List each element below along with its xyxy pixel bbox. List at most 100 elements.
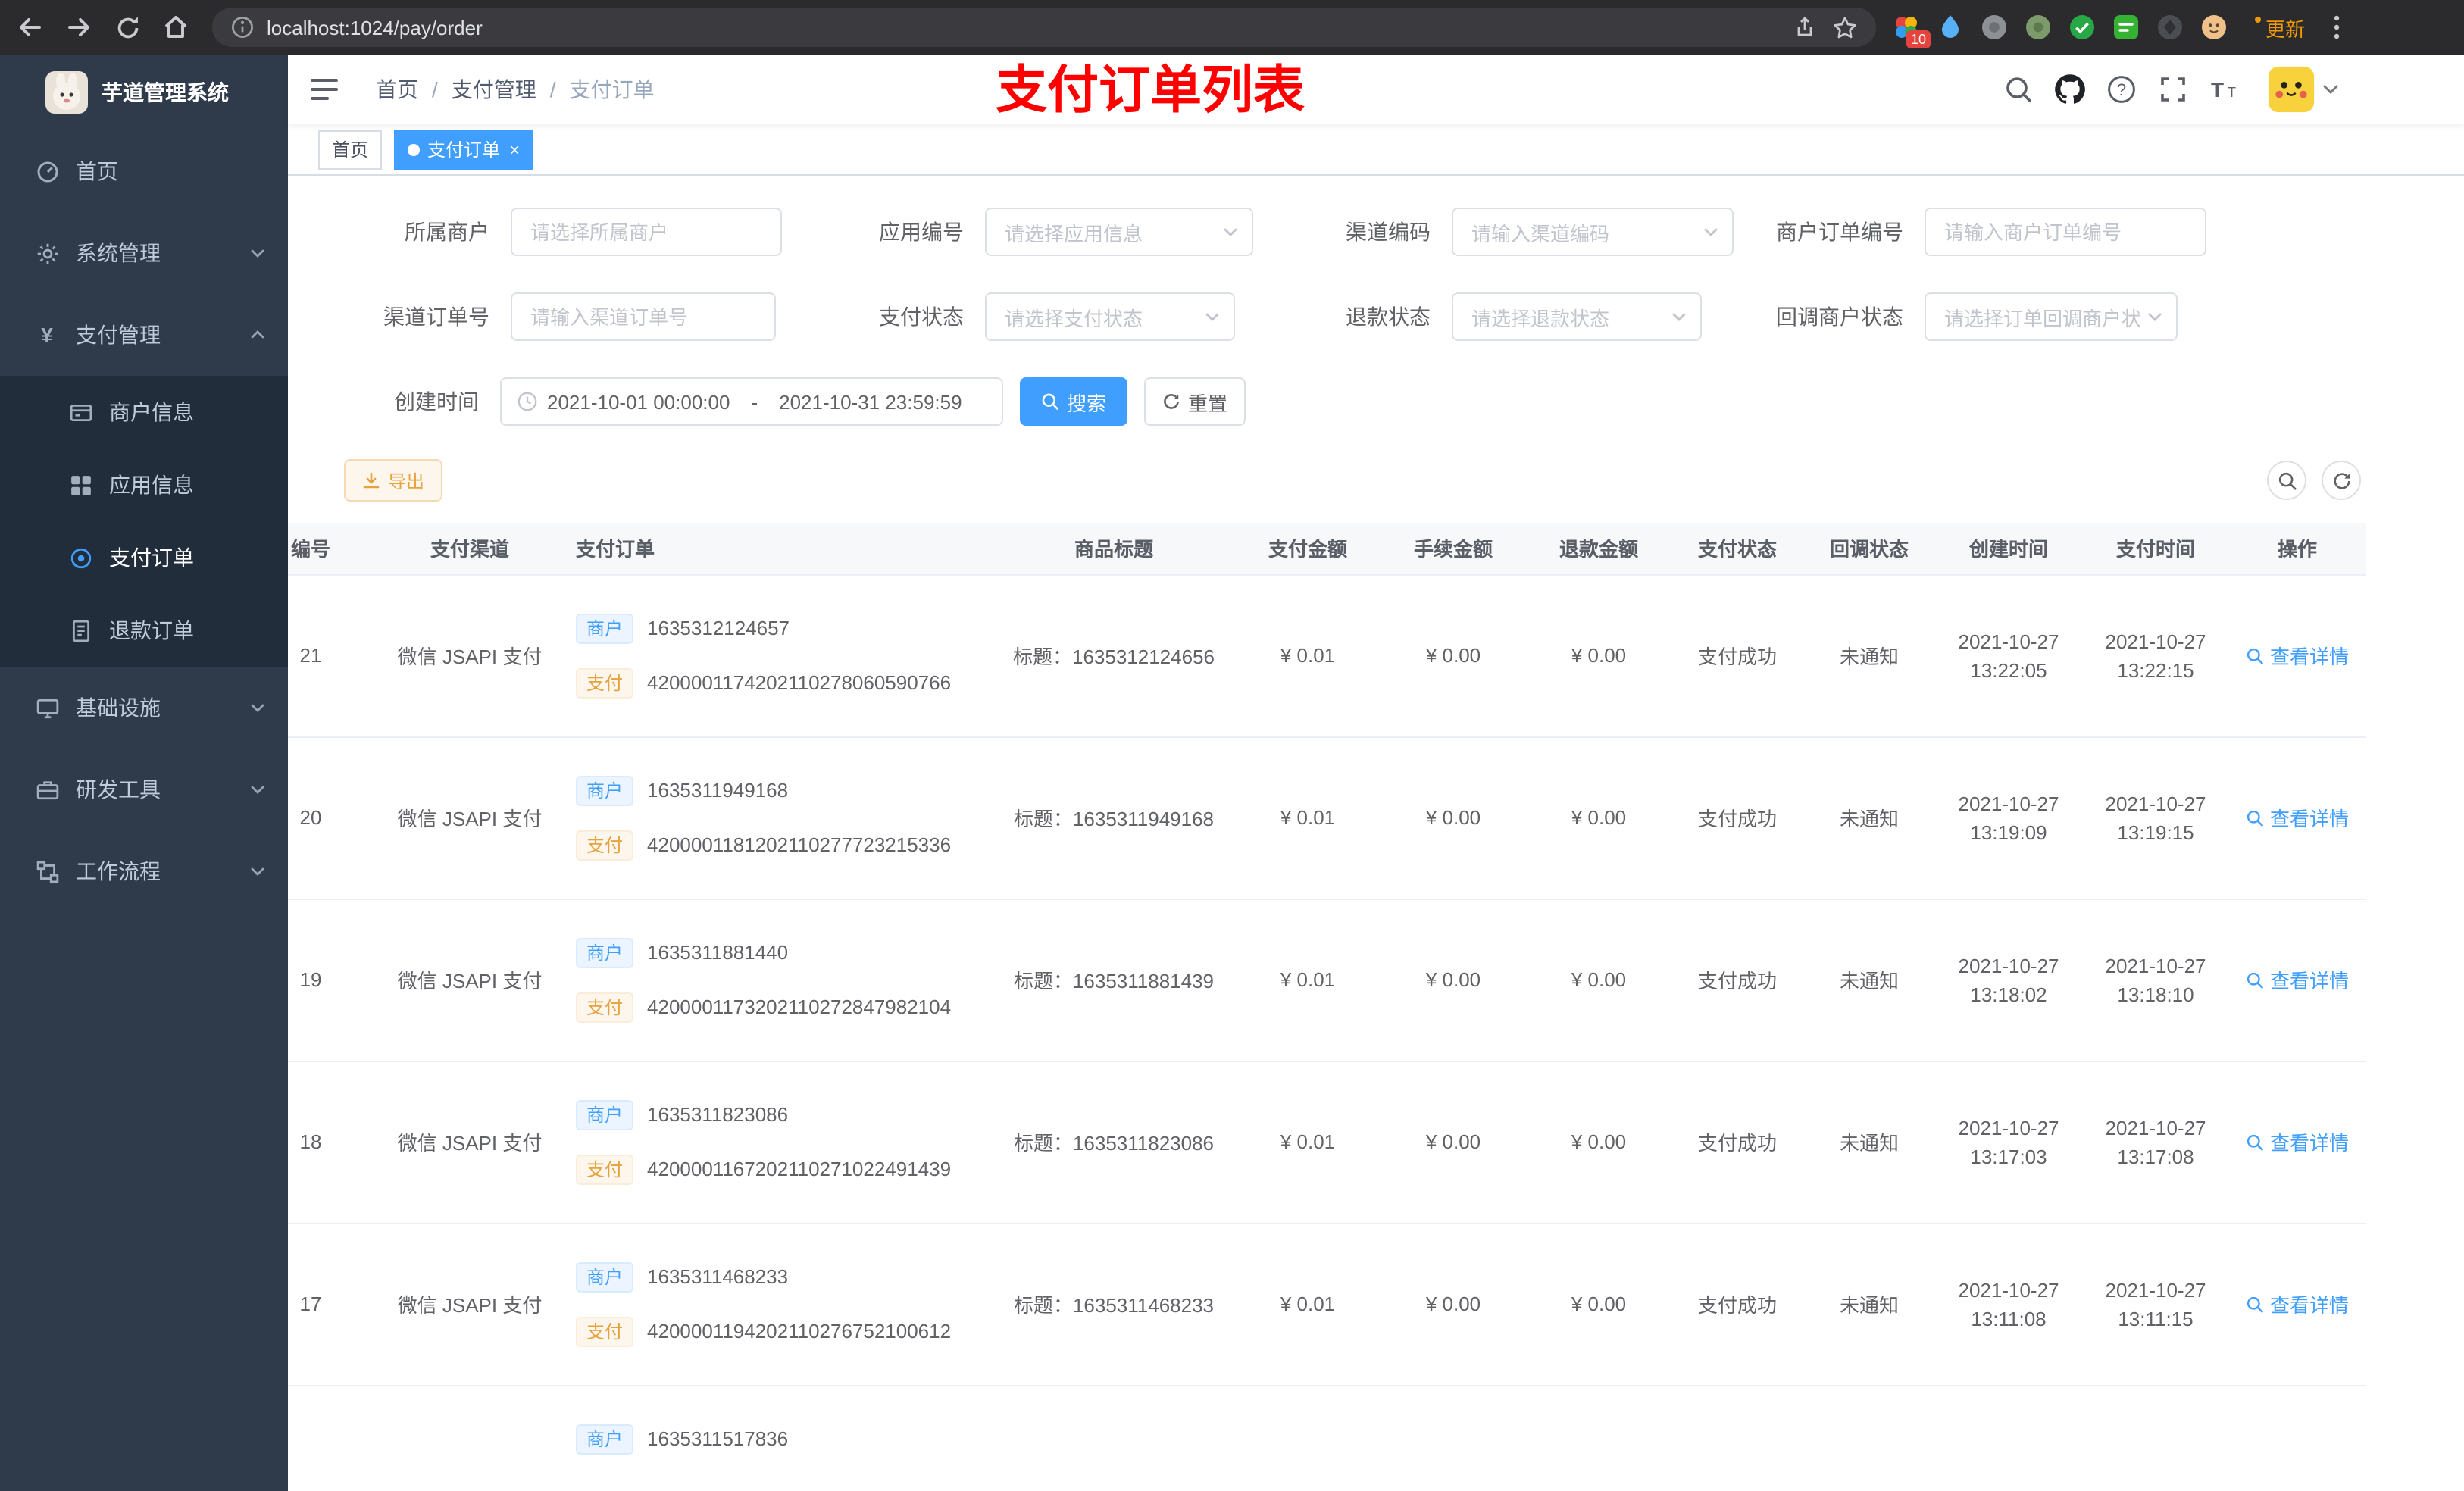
orders-table: 编号 支付渠道 支付订单 商品标题 支付金额 手续金额 退款金额 支付状态 回调… [288,523,2366,1491]
extension-drop-icon[interactable] [1935,12,1965,42]
merchant-tag: 商户 [576,613,634,643]
reset-button[interactable]: 重置 [1144,377,1246,426]
site-info-icon[interactable] [230,15,255,39]
field-label: 退款状态 [1346,305,1431,329]
sidebar-item-label: 工作流程 [76,859,161,883]
field-label: 创建时间 [394,389,479,414]
sidebar-item-dev-tools[interactable]: 研发工具 [0,749,288,830]
browser-home-icon[interactable] [155,6,197,48]
user-menu[interactable] [2267,65,2338,114]
breadcrumb-payment[interactable]: 支付管理 [452,74,536,105]
hamburger-icon[interactable] [311,77,338,109]
search-icon[interactable] [2000,71,2037,108]
orders-table-wrap[interactable]: 编号 支付渠道 支付订单 商品标题 支付金额 手续金额 退款金额 支付状态 回调… [288,523,2464,1491]
cell-fee: ¥ 0.00 [1381,1223,1526,1386]
cell-pay-time: 2021-10-27 13:19:15 [2082,736,2229,899]
export-button[interactable]: 导出 [344,459,443,502]
merchant-input[interactable] [511,208,782,256]
sidebar-item-infrastructure[interactable]: 基础设施 [0,667,288,749]
sidebar-item-refund-order[interactable]: 退款订单 [0,594,288,667]
sidebar-item-system[interactable]: 系统管理 [0,212,288,294]
refund-status-select[interactable]: 请选择退款状态 [1452,292,1702,341]
view-detail-link[interactable]: 查看详情 [2246,641,2349,670]
search-button[interactable]: 搜索 [1020,377,1127,426]
profile-avatar-icon[interactable] [2199,12,2229,42]
browser-menu-icon[interactable] [2334,15,2340,39]
cell-pay-order: 商户 1635311949168 支付 42000011812021102777232… [553,736,993,899]
cell-refund: ¥ 0.00 [1526,1223,1671,1386]
sidebar-item-app-info[interactable]: 应用信息 [0,449,288,521]
cell-notify: 未通知 [1803,1223,1935,1386]
merchant-tag: 商户 [576,1261,634,1292]
cell-pay-order: 商户 1635311517836 [553,1385,993,1491]
table-row: 21 微信 JSAPI 支付 商户 1635312124657 支付 4200001174… [288,574,2366,737]
share-icon[interactable] [1793,15,1817,39]
address-bar[interactable]: localhost:1024/pay/order [212,8,1876,47]
date-range-picker[interactable]: 2021-10-01 00:00:00 - 2021-10-31 23:59:5… [500,377,1003,426]
breadcrumb: 首页 / 支付管理 / 支付订单 [376,55,655,124]
field-label: 所属商户 [405,220,489,244]
extension-dark-icon[interactable] [2155,12,2185,42]
font-size-icon[interactable]: TT [2206,71,2243,108]
merchant-order-no-input[interactable] [1925,208,2206,256]
view-detail-link[interactable]: 查看详情 [2246,803,2349,832]
close-icon[interactable]: × [509,139,520,160]
sidebar-item-home[interactable]: 首页 [0,130,288,212]
help-icon[interactable]: ? [2103,71,2140,108]
field-label: 支付状态 [879,305,964,329]
view-detail-link[interactable]: 查看详情 [2246,1127,2349,1156]
pay-tag: 支付 [576,992,634,1022]
url-text: localhost:1024/pay/order [267,16,483,39]
app-logo[interactable]: 芋道管理系统 [0,55,288,130]
github-icon[interactable] [2052,71,2088,108]
channel-code-select[interactable]: 请输入渠道编码 [1452,208,1734,256]
extension-check-icon[interactable] [2067,12,2097,42]
table-header-row: 编号 支付渠道 支付订单 商品标题 支付金额 手续金额 退款金额 支付状态 回调… [288,523,2366,575]
browser-back-icon[interactable] [9,6,52,48]
sidebar-item-pay-order[interactable]: 支付订单 [0,521,288,594]
cell-id: 18 [288,1061,386,1224]
date-separator: - [751,390,758,413]
sidebar-item-label: 商户信息 [109,400,194,424]
browser-update-button[interactable]: 更新 [2255,13,2305,42]
toggle-search-button[interactable] [2267,461,2306,500]
yen-icon: ¥ [41,323,53,347]
sidebar-item-merchant-info[interactable]: 商户信息 [0,376,288,449]
browser-forward-icon[interactable] [58,6,100,48]
screen: localhost:1024/pay/order 10 更新 芋道管理系统 首页… [0,0,2464,1491]
refresh-button[interactable] [2322,461,2361,500]
cell-amount: ¥ 0.01 [1235,574,1381,737]
tag-pay-order[interactable]: 支付订单 × [394,130,534,169]
grid-icon [64,474,97,496]
browser-reload-icon[interactable] [106,6,149,48]
sidebar-item-label: 支付订单 [109,545,194,570]
app-id-select[interactable]: 请选择应用信息 [985,208,1253,256]
column-header: 支付时间 [2082,523,2229,575]
tag-home[interactable]: 首页 [318,130,383,169]
payment-submenu: 商户信息 应用信息 支付订单 退款订单 [0,376,288,667]
chevron-down-icon [249,244,267,262]
extension-gray-icon[interactable] [1979,12,2009,42]
cell-action: 查看详情 [2229,736,2366,899]
sidebar-item-label: 系统管理 [76,241,161,265]
cell-id: 19 [288,899,386,1061]
view-detail-link[interactable]: 查看详情 [2246,1289,2349,1318]
notify-status-select[interactable]: 请选择订单回调商户状态 [1925,292,2178,341]
extension-colorful-icon[interactable]: 10 [1891,12,1931,48]
cell-refund: ¥ 0.00 [1526,1061,1671,1224]
channel-order-no-input[interactable] [511,292,776,341]
breadcrumb-home[interactable]: 首页 [376,74,418,105]
search-button-label: 搜索 [1066,392,1106,414]
extension-chat-icon[interactable] [2111,12,2141,42]
cell-pay-time: 2021-10-27 13:18:10 [2082,899,2229,1061]
pay-status-select[interactable]: 请选择支付状态 [985,292,1235,341]
sidebar-item-payment[interactable]: ¥ 支付管理 [0,294,288,376]
view-detail-link[interactable]: 查看详情 [2246,965,2349,994]
bookmark-star-icon[interactable] [1832,14,1858,40]
chevron-down-icon [249,780,267,799]
sidebar-item-workflow[interactable]: 工作流程 [0,830,288,912]
column-header: 手续金额 [1381,523,1526,575]
fullscreen-icon[interactable] [2155,71,2191,108]
field-label: 回调商户状态 [1776,305,1903,329]
extension-olive-icon[interactable] [2023,12,2053,42]
